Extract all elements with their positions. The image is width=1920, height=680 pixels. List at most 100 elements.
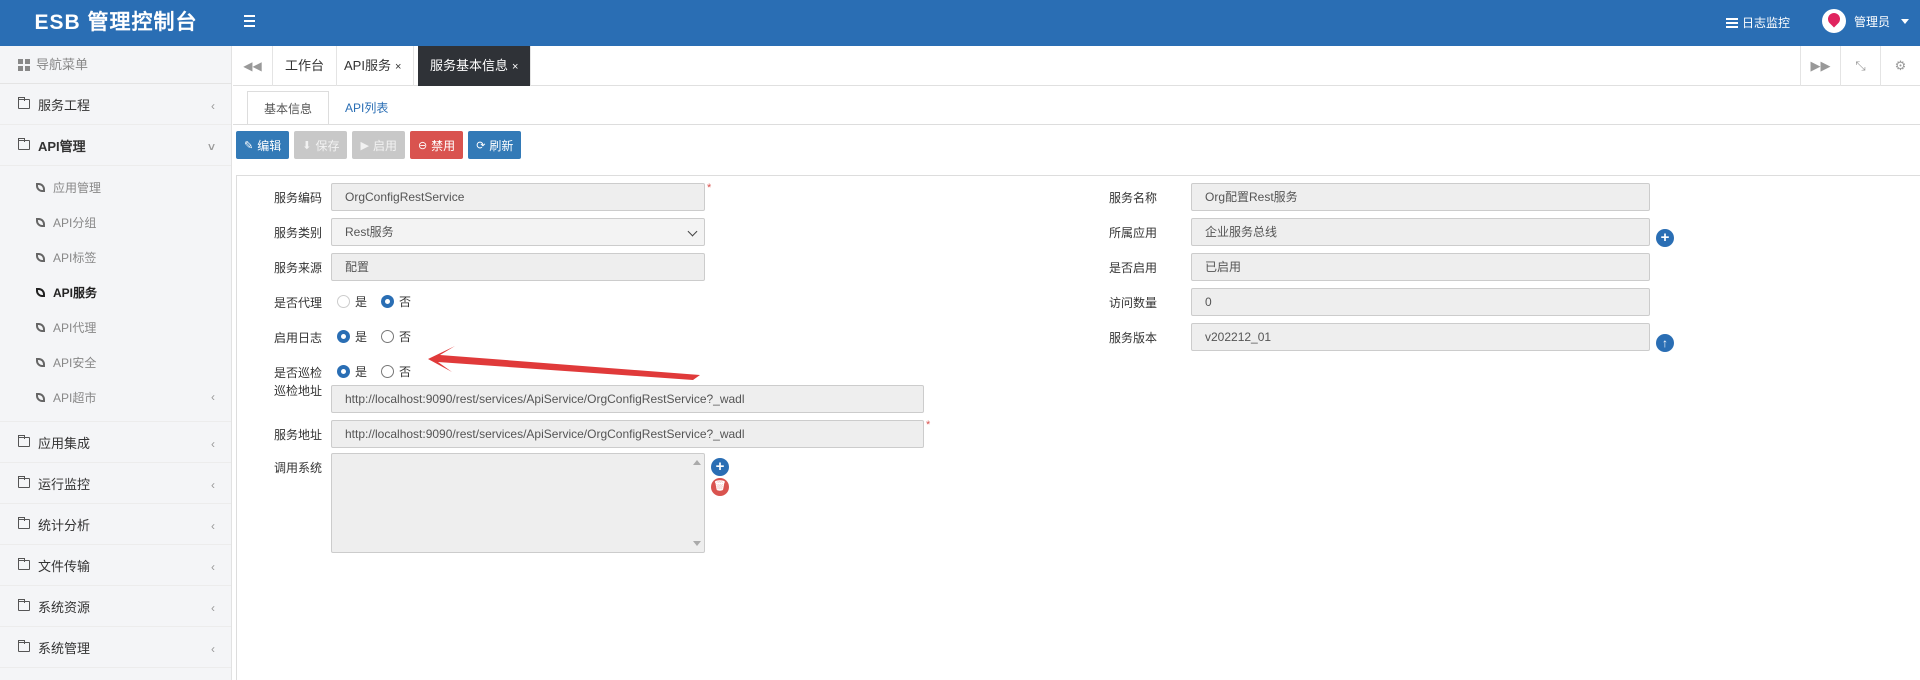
- chevron-left-icon: ‹: [211, 642, 215, 656]
- play-icon: ▶: [360, 139, 369, 152]
- close-icon[interactable]: ×: [395, 61, 401, 73]
- service-code-label: 服务编码: [274, 191, 323, 205]
- upgrade-version-button[interactable]: ↑: [1656, 334, 1674, 352]
- is-proxy-radio-group: 是 否: [337, 293, 425, 310]
- folder-icon: [18, 517, 30, 529]
- sidebar-subitem-app-management[interactable]: 应用管理: [0, 170, 231, 205]
- tab-api-service[interactable]: API服务 ×: [332, 46, 415, 86]
- menu-toggle-icon[interactable]: [244, 12, 258, 34]
- radio-button[interactable]: [337, 365, 350, 378]
- scroll-up-icon[interactable]: [693, 460, 701, 465]
- scroll-tabs-left-icon[interactable]: ◀◀: [233, 46, 273, 86]
- service-code-field[interactable]: OrgConfigRestService: [331, 183, 705, 211]
- sidebar-item-system-resource[interactable]: 系统资源 ‹: [0, 586, 231, 627]
- radio-button[interactable]: [381, 365, 395, 378]
- is-proxy-yes[interactable]: 是: [337, 293, 367, 310]
- user-menu[interactable]: 管理员: [1822, 9, 1910, 33]
- sidebar: 导航菜单 服务工程 ‹ API管理 ˅ 应用管理 API分组 API标签 API…: [0, 46, 232, 680]
- close-icon[interactable]: ×: [512, 61, 518, 73]
- folder-icon: [18, 435, 30, 447]
- fullscreen-icon[interactable]: ⤡: [1840, 46, 1880, 86]
- is-patrol-yes[interactable]: 是: [337, 363, 367, 380]
- sidebar-heading-label: 导航菜单: [36, 56, 89, 72]
- chevron-left-icon: ‹: [211, 390, 215, 404]
- list-icon: [1726, 17, 1738, 28]
- sidebar-subitem-api-service[interactable]: API服务: [0, 275, 231, 310]
- sidebar-item-statistics[interactable]: 统计分析 ‹: [0, 504, 231, 545]
- tab-workbench[interactable]: 工作台: [273, 46, 338, 86]
- radio-button[interactable]: [337, 295, 350, 308]
- tab-label: API服务: [344, 58, 391, 73]
- enable-button[interactable]: ▶ 启用: [352, 131, 405, 159]
- save-button-label: 保存: [315, 138, 340, 153]
- chevron-left-icon: ‹: [211, 519, 215, 533]
- sidebar-item-file-transfer[interactable]: 文件传输 ‹: [0, 545, 231, 586]
- patrol-url-label: 巡检地址: [274, 384, 323, 398]
- minus-circle-icon: ⊖: [417, 139, 428, 152]
- edit-button[interactable]: ✎ 编辑: [236, 131, 290, 159]
- subtabs: 基本信息 API列表: [247, 91, 404, 125]
- sidebar-subitem-api-market[interactable]: API超市 ‹: [0, 380, 231, 415]
- sidebar-subitem-api-tag[interactable]: API标签: [0, 240, 231, 275]
- is-enabled-label: 是否启用: [1109, 261, 1158, 275]
- caller-systems-label: 调用系统: [274, 461, 323, 475]
- sidebar-item-runtime-monitor[interactable]: 运行监控 ‹: [0, 463, 231, 504]
- scroll-tabs-right-icon[interactable]: ▶▶: [1800, 46, 1840, 86]
- log-monitor-label: 日志监控: [1742, 16, 1791, 30]
- folder-icon: [18, 97, 30, 109]
- chevron-left-icon: ‹: [211, 99, 215, 113]
- service-url-field[interactable]: http://localhost:9090/rest/services/ApiS…: [331, 420, 924, 448]
- owner-app-field[interactable]: 企业服务总线: [1191, 218, 1650, 246]
- service-type-select[interactable]: Rest服务: [331, 218, 705, 246]
- sidebar-item-api-management[interactable]: API管理 ˅: [0, 125, 231, 166]
- main-content: 基本信息 API列表 ✎ 编辑 ⬇ 保存 ▶ 启用 ⊖ 禁用 ⟳ 刷新 服务编码 OrgC…: [233, 87, 1920, 680]
- radio-label: 是: [355, 365, 368, 379]
- caret-down-icon: [1901, 18, 1910, 24]
- sidebar-subitem-label: API标签: [53, 251, 97, 265]
- visit-count-field[interactable]: 0: [1191, 288, 1650, 316]
- required-mark: *: [926, 419, 931, 431]
- is-enabled-field[interactable]: 已启用: [1191, 253, 1650, 281]
- service-version-field[interactable]: v202212_01: [1191, 323, 1650, 351]
- is-patrol-radio-group: 是 否: [337, 363, 425, 380]
- radio-label: 否: [399, 295, 412, 309]
- sidebar-item-service-project[interactable]: 服务工程 ‹: [0, 84, 231, 125]
- enable-log-yes[interactable]: 是: [337, 328, 367, 345]
- add-caller-system-button[interactable]: +: [711, 458, 729, 476]
- caller-systems-list[interactable]: [331, 453, 705, 553]
- is-proxy-no[interactable]: 否: [381, 293, 411, 310]
- enable-log-no[interactable]: 否: [381, 328, 411, 345]
- log-monitor-link[interactable]: 日志监控: [1726, 14, 1790, 31]
- radio-button[interactable]: [381, 295, 395, 308]
- service-source-field[interactable]: 配置: [331, 253, 705, 281]
- enable-button-label: 启用: [372, 138, 397, 153]
- sidebar-subitem-api-security[interactable]: API安全: [0, 345, 231, 380]
- disable-button[interactable]: ⊖ 禁用: [409, 131, 464, 159]
- gear-icon[interactable]: ⚙: [1880, 46, 1920, 86]
- sidebar-subitem-api-proxy[interactable]: API代理: [0, 310, 231, 345]
- sidebar-item-system-management[interactable]: 系统管理 ‹: [0, 627, 231, 668]
- sidebar-subitem-api-group[interactable]: API分组: [0, 205, 231, 240]
- leaf-icon: [36, 358, 45, 367]
- radio-button[interactable]: [337, 330, 350, 343]
- tab-service-basic-info[interactable]: 服务基本信息 ×: [418, 46, 532, 86]
- sidebar-item-label: 服务工程: [38, 97, 91, 113]
- sidebar-item-label: API管理: [38, 138, 86, 154]
- refresh-button[interactable]: ⟳ 刷新: [468, 131, 522, 159]
- refresh-icon: ⟳: [476, 139, 486, 152]
- scroll-down-icon[interactable]: [693, 541, 701, 546]
- add-owner-app-button[interactable]: +: [1656, 229, 1674, 247]
- refresh-button-label: 刷新: [489, 138, 514, 153]
- sidebar-subitem-label: API服务: [53, 286, 98, 300]
- save-button[interactable]: ⬇ 保存: [294, 131, 348, 159]
- enable-log-radio-group: 是 否: [337, 328, 425, 345]
- sidebar-item-app-integration[interactable]: 应用集成 ‹: [0, 422, 231, 463]
- tab-api-list[interactable]: API列表: [329, 91, 404, 125]
- tab-label: 工作台: [285, 58, 325, 73]
- patrol-url-field[interactable]: http://localhost:9090/rest/services/ApiS…: [331, 385, 924, 413]
- radio-button[interactable]: [381, 330, 395, 343]
- delete-caller-system-button[interactable]: 🗑: [711, 478, 729, 496]
- is-patrol-no[interactable]: 否: [381, 363, 411, 380]
- service-name-field[interactable]: Org配置Rest服务: [1191, 183, 1650, 211]
- tab-basic-info[interactable]: 基本信息: [247, 91, 330, 125]
